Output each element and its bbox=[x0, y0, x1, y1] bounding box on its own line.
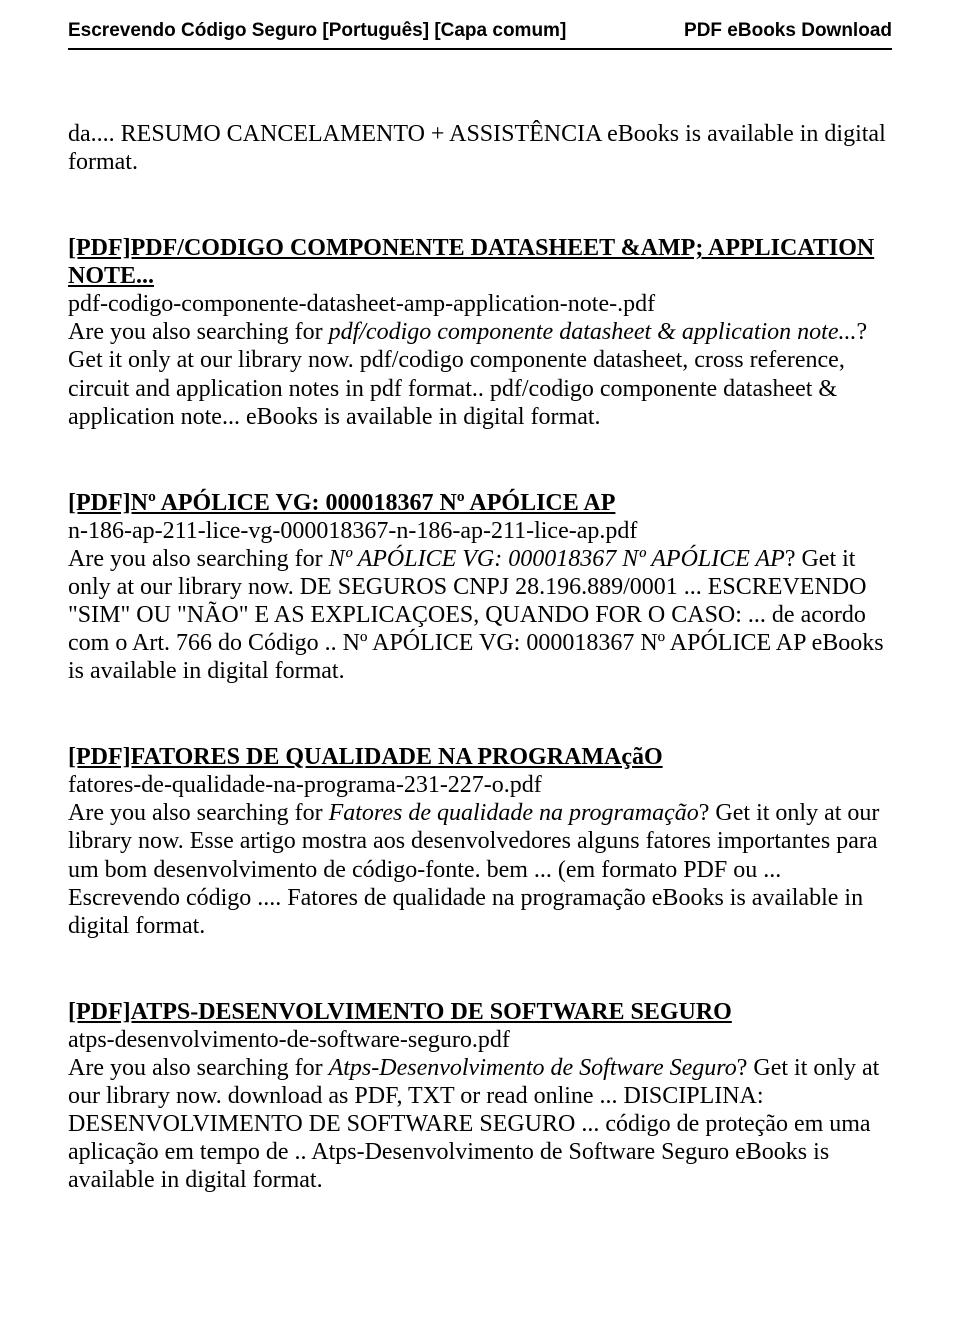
header-right: PDF eBooks Download bbox=[684, 20, 892, 42]
entry-body-pre: Are you also searching for bbox=[68, 800, 329, 826]
header-divider bbox=[68, 48, 892, 50]
header-title: Escrevendo Código Seguro [Português] [Ca… bbox=[68, 20, 566, 42]
entry-body-pre: Are you also searching for bbox=[68, 1055, 329, 1081]
pdf-entry: [PDF]FATORES DE QUALIDADE NA PROGRAMAçãO… bbox=[68, 743, 892, 940]
entry-filename: n-186-ap-211-lice-vg-000018367-n-186-ap-… bbox=[68, 518, 637, 544]
entry-filename: pdf-codigo-componente-datasheet-amp-appl… bbox=[68, 291, 655, 317]
document-body: da.... RESUMO CANCELAMENTO + ASSISTÊNCIA… bbox=[68, 120, 892, 1194]
pdf-entry: [PDF]Nº APÓLICE VG: 000018367 Nº APÓLICE… bbox=[68, 489, 892, 686]
entry-body-italic: Atps-Desenvolvimento de Software Seguro bbox=[329, 1055, 737, 1081]
entry-title-link[interactable]: [PDF]PDF/CODIGO COMPONENTE DATASHEET &AM… bbox=[68, 235, 874, 289]
entry-title-link[interactable]: [PDF]ATPS-DESENVOLVIMENTO DE SOFTWARE SE… bbox=[68, 999, 732, 1025]
entry-filename: atps-desenvolvimento-de-software-seguro.… bbox=[68, 1027, 510, 1053]
entry-body-italic: Fatores de qualidade na programação bbox=[329, 800, 699, 826]
entry-body-italic: pdf/codigo componente datasheet & applic… bbox=[329, 319, 857, 345]
entry-filename: fatores-de-qualidade-na-programa-231-227… bbox=[68, 772, 542, 798]
intro-text: da.... RESUMO CANCELAMENTO + ASSISTÊNCIA… bbox=[68, 120, 892, 176]
page-header: Escrevendo Código Seguro [Português] [Ca… bbox=[68, 20, 892, 42]
pdf-entry: [PDF]PDF/CODIGO COMPONENTE DATASHEET &AM… bbox=[68, 234, 892, 431]
entry-body-pre: Are you also searching for bbox=[68, 546, 329, 572]
pdf-entry: [PDF]ATPS-DESENVOLVIMENTO DE SOFTWARE SE… bbox=[68, 998, 892, 1195]
entry-body-pre: Are you also searching for bbox=[68, 319, 329, 345]
entry-body-italic: Nº APÓLICE VG: 000018367 Nº APÓLICE AP bbox=[329, 546, 785, 572]
document-page: Escrevendo Código Seguro [Português] [Ca… bbox=[0, 0, 960, 1292]
entry-title-link[interactable]: [PDF]Nº APÓLICE VG: 000018367 Nº APÓLICE… bbox=[68, 490, 615, 516]
entry-title-link[interactable]: [PDF]FATORES DE QUALIDADE NA PROGRAMAçãO bbox=[68, 744, 663, 770]
